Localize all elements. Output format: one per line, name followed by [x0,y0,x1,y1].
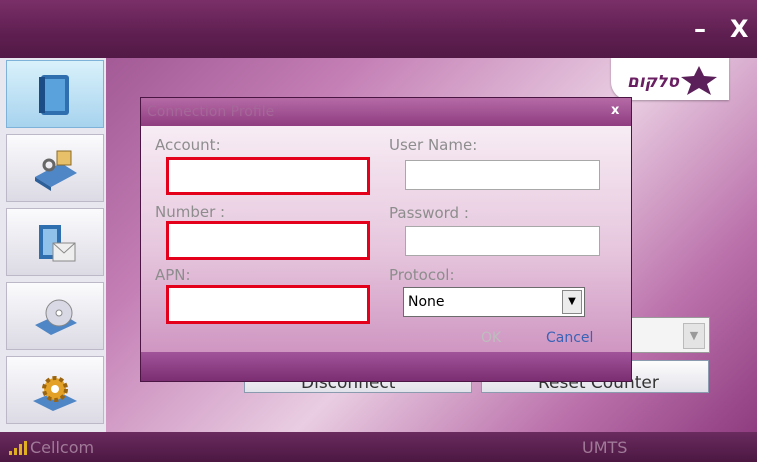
sidebar-item-settings[interactable] [6,356,104,424]
dialog-footer [141,352,631,381]
network-type: UMTS [582,438,628,457]
signal-strength-icon [9,441,27,455]
cellcom-logo: סלקום [611,58,729,100]
close-button[interactable]: X [730,14,749,44]
username-field [405,160,600,190]
star-logo-icon [681,66,717,95]
ok-button[interactable]: OK [481,330,501,346]
dialog-title-bar: Connection Profile x [141,98,631,126]
dialog-title: Connection Profile [147,104,275,120]
chevron-down-icon: ▼ [562,290,582,314]
cancel-button[interactable]: Cancel [546,330,593,346]
username-label: User Name: [389,136,478,154]
account-input[interactable] [169,160,367,192]
password-input[interactable] [406,227,599,255]
account-field-highlight [166,157,370,195]
sidebar-item-connection[interactable] [6,134,104,202]
sidebar-item-phonebook[interactable] [6,60,104,128]
account-label: Account: [155,136,221,154]
sidebar-item-media[interactable] [6,282,104,350]
apn-input[interactable] [169,288,367,321]
connection-settings-icon [35,150,77,191]
messages-icon [39,225,76,262]
background-dropdown[interactable]: ▼ [628,317,710,353]
dialog-close-button[interactable]: x [611,103,619,118]
apn-label: APN: [155,266,191,284]
title-bar [0,0,757,58]
minimize-button[interactable]: – [694,14,706,44]
logo-text: סלקום [627,72,680,92]
phonebook-icon [39,75,69,115]
number-input[interactable] [169,224,367,257]
sidebar [0,58,106,432]
protocol-label: Protocol: [389,266,455,284]
carrier-name: Cellcom [30,438,95,457]
protocol-select[interactable]: None ▼ [403,287,585,317]
protocol-value: None [408,294,445,310]
media-cd-icon [35,299,77,335]
number-label: Number : [155,203,226,221]
apn-field-highlight [166,285,370,324]
chevron-down-icon: ▼ [683,323,705,349]
password-label: Password : [389,204,469,222]
number-field-highlight [166,221,370,260]
username-input[interactable] [406,161,599,189]
password-field [405,226,600,256]
sidebar-item-messages[interactable] [6,208,104,276]
gear-icon [33,376,77,411]
status-bar [0,432,757,462]
